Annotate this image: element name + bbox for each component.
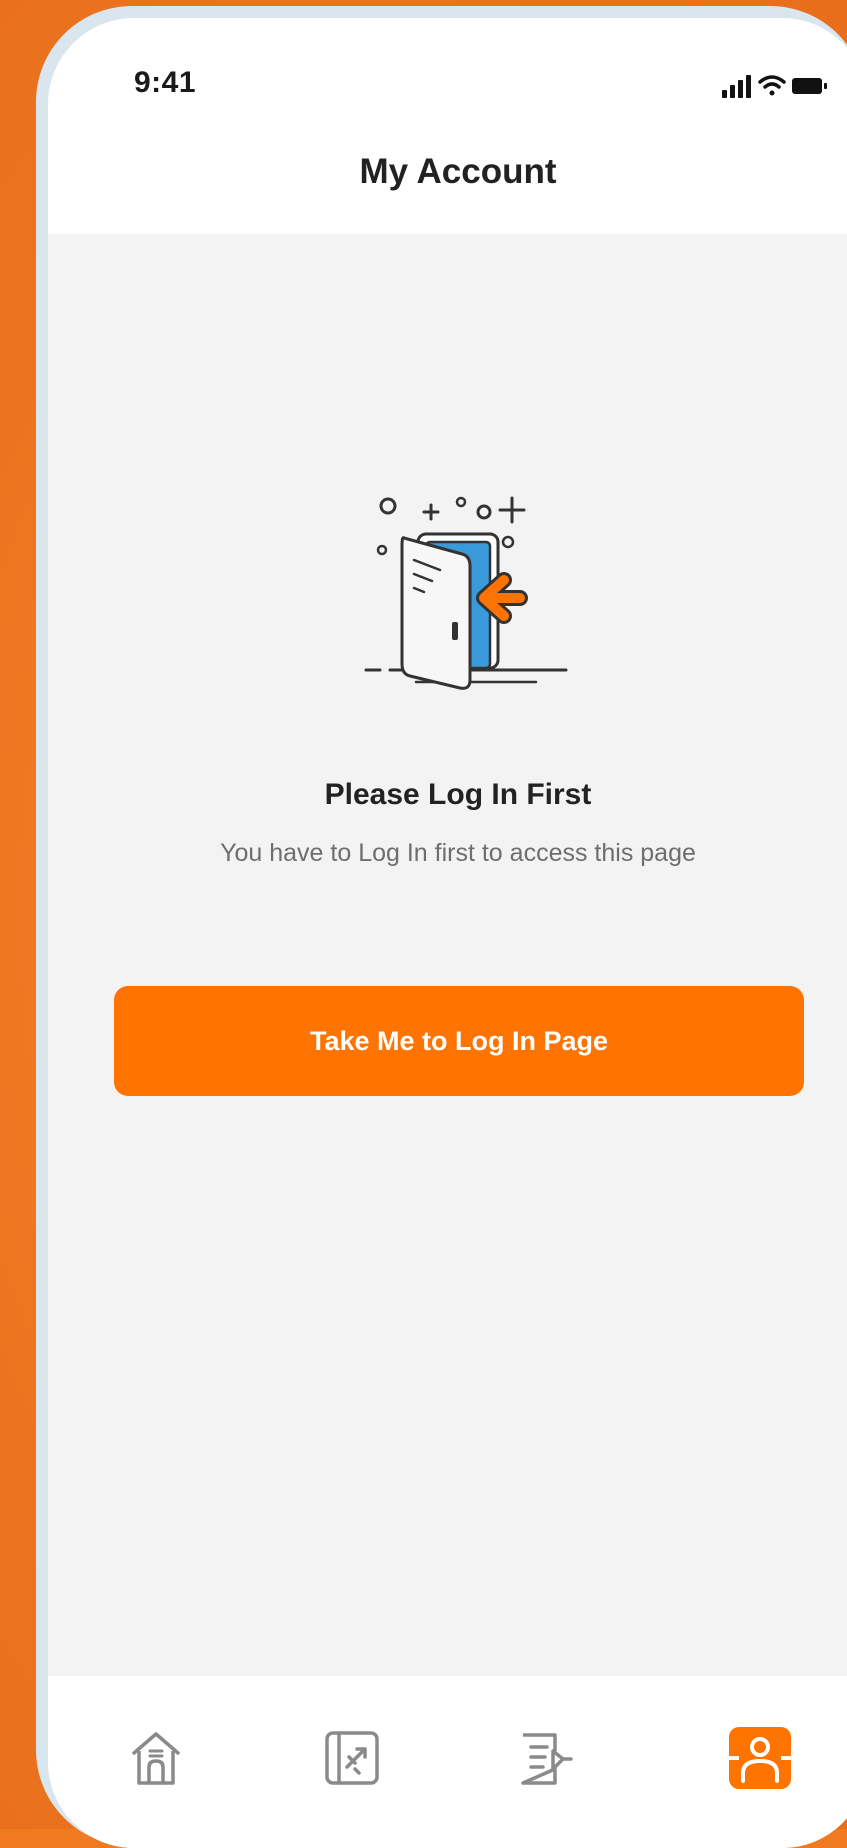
phone-screen: 9:41 My Account Please Log In First You … <box>48 18 847 1848</box>
empty-state-message: You have to Log In first to access this … <box>220 839 696 867</box>
wifi-icon <box>758 75 786 96</box>
status-time: 9:41 <box>134 66 197 99</box>
status-icons <box>688 66 838 106</box>
door-login-illustration <box>358 494 598 734</box>
header-area: 9:41 My Account <box>48 18 847 234</box>
orders-list-icon <box>521 1733 573 1785</box>
empty-state-title: Please Log In First <box>324 778 592 811</box>
go-to-login-button[interactable]: Take Me to Log In Page <box>114 986 804 1096</box>
nav-item-bookings[interactable] <box>320 1726 384 1790</box>
nav-item-account[interactable] <box>728 1726 792 1790</box>
page-title: My Account <box>359 152 557 191</box>
home-icon <box>132 1732 180 1785</box>
cellular-signal-icon <box>722 75 751 98</box>
bottom-navigation <box>48 1676 847 1848</box>
account-icon <box>729 1727 791 1789</box>
flight-bookings-icon <box>325 1731 379 1785</box>
battery-icon <box>792 78 827 94</box>
nav-item-home[interactable] <box>124 1726 188 1790</box>
nav-item-orders[interactable] <box>514 1726 578 1790</box>
